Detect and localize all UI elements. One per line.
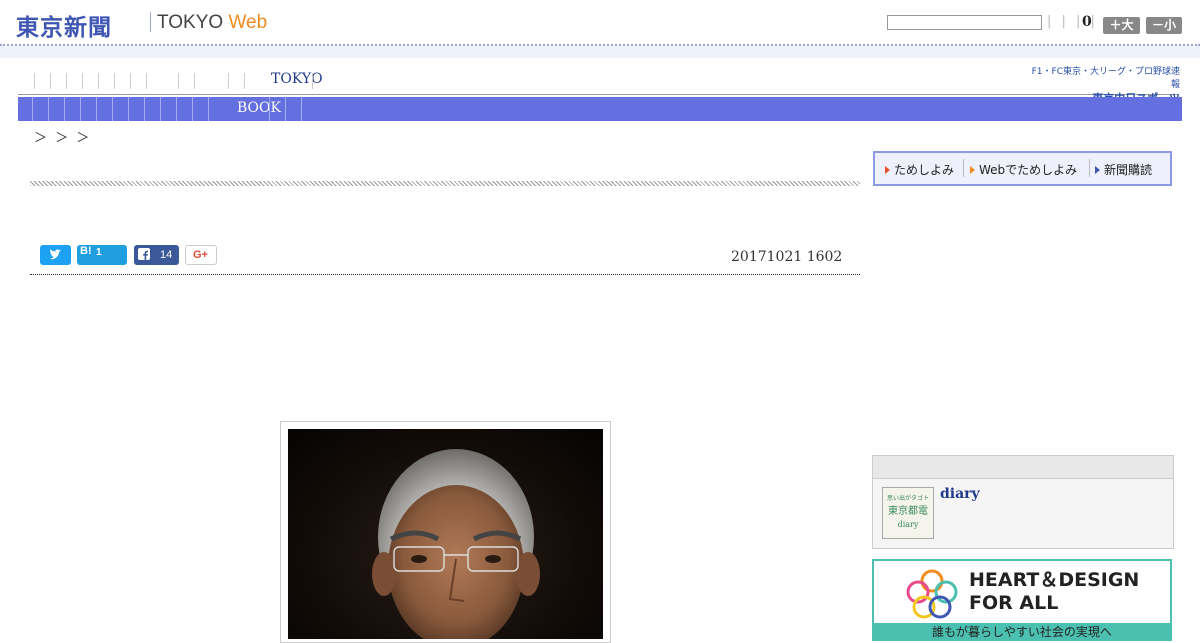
hatena-bookmark-button[interactable]: B! 1 <box>77 245 127 265</box>
subnav-item[interactable] <box>128 97 129 121</box>
banner-title: HEART＆DESIGN FOR ALL <box>969 569 1139 615</box>
subnav-item[interactable] <box>208 97 209 121</box>
nav-item[interactable] <box>82 73 83 89</box>
arrow-right-icon <box>885 166 890 174</box>
google-plus-button[interactable]: G+ <box>185 245 217 265</box>
facebook-icon <box>138 248 150 260</box>
header-sub-band <box>0 46 1200 58</box>
primary-nav: TOKYO <box>18 70 1178 95</box>
nav-item[interactable] <box>312 73 313 89</box>
hatena-count: 1 <box>96 247 102 258</box>
subscribe-label: 新聞購読 <box>1104 163 1153 177</box>
subnav-item[interactable] <box>269 97 270 121</box>
nav-item-tokyo[interactable]: TOKYO <box>271 71 323 87</box>
arrow-right-icon <box>970 166 975 174</box>
heart-design-banner[interactable]: HEART＆DESIGN FOR ALL 誰もが暮らしやすい社会の実現へ <box>872 559 1172 641</box>
site-header: 東京新聞 TOKYO Web | | | | 0 ＋大 －小 <box>0 0 1200 46</box>
trial-read-label: ためしよみ <box>894 163 955 177</box>
hatena-label: B! <box>80 245 92 257</box>
subnav-item-book[interactable]: BOOK <box>237 100 281 116</box>
sidebar-diary-box: 思い出がタゴト 東京都電 diary diary <box>872 455 1174 549</box>
search-input[interactable] <box>887 15 1042 30</box>
subscription-box: ためしよみ Webでためしよみ 新聞購読 <box>873 151 1172 186</box>
subscribe-link[interactable]: 新聞購読 <box>1095 161 1152 178</box>
subnav-item[interactable] <box>192 97 193 121</box>
nav-item[interactable] <box>146 73 147 89</box>
article-photo[interactable] <box>288 429 603 639</box>
article-photo-frame <box>280 421 611 643</box>
nav-item[interactable] <box>228 73 229 89</box>
banner-line2: FOR ALL <box>969 592 1059 614</box>
diary-thumb-line3: diary <box>897 520 919 529</box>
subnav-item[interactable] <box>160 97 161 121</box>
article-date: 20171021 1602 <box>731 249 843 265</box>
nav-item[interactable] <box>130 73 131 89</box>
subnav-item[interactable] <box>48 97 49 121</box>
web-trial-read-link[interactable]: Webでためしよみ <box>970 161 1077 178</box>
portrait-illustration <box>372 449 540 639</box>
diary-thumbnail[interactable]: 思い出がタゴト 東京都電 diary <box>882 487 934 539</box>
logo-divider <box>150 12 151 32</box>
subnav-item[interactable] <box>80 97 81 121</box>
subnav-item[interactable] <box>112 97 113 121</box>
secondary-nav: BOOK <box>18 97 1182 121</box>
subnav-item[interactable] <box>176 97 177 121</box>
web-trial-read-label: Webでためしよみ <box>979 163 1078 177</box>
logo-web-text: Web <box>228 12 268 33</box>
article-divider <box>30 274 860 275</box>
nav-item[interactable] <box>194 73 195 89</box>
chunichi-tagline: F1・FC東京・大リーグ・プロ野球速報 <box>1031 67 1180 90</box>
diary-thumb-line2: 東京都電 <box>888 506 928 517</box>
diary-title-link[interactable]: diary <box>940 486 980 502</box>
nav-item[interactable] <box>66 73 67 89</box>
font-size-large-button[interactable]: ＋大 <box>1103 17 1140 34</box>
twitter-bird-icon <box>50 249 61 260</box>
subnav-item[interactable] <box>285 97 286 121</box>
font-size-small-button[interactable]: －小 <box>1146 17 1182 34</box>
subnav-item[interactable] <box>301 97 302 121</box>
arrow-right-icon <box>1095 166 1100 174</box>
logo-tokyo-text: TOKYO <box>157 12 224 33</box>
divider <box>963 159 964 177</box>
facebook-count: 14 <box>160 249 173 261</box>
trial-read-link[interactable]: ためしよみ <box>885 161 954 178</box>
nav-item[interactable] <box>98 73 99 89</box>
nav-item[interactable] <box>244 73 245 89</box>
flower-logo-icon <box>906 569 958 619</box>
subnav-item[interactable] <box>144 97 145 121</box>
nav-item[interactable] <box>114 73 115 89</box>
google-plus-label: G+ <box>193 249 208 261</box>
twitter-share-button[interactable] <box>40 245 71 265</box>
banner-line1: HEART＆DESIGN <box>969 569 1140 591</box>
divider <box>1089 159 1090 177</box>
header-count: 0 <box>1082 14 1092 30</box>
nav-item[interactable] <box>34 73 35 89</box>
breadcrumb[interactable]: ＞ ＞ ＞ <box>34 127 89 146</box>
sidebar-box-header <box>873 456 1173 479</box>
diary-thumb-line1: 思い出がタゴト <box>886 495 929 502</box>
tokyo-web-logo[interactable]: TOKYO Web <box>157 12 267 34</box>
subnav-item[interactable] <box>32 97 33 121</box>
tokyo-shimbun-logo[interactable]: 東京新聞 <box>16 8 112 42</box>
nav-item[interactable] <box>178 73 179 89</box>
subnav-item[interactable] <box>96 97 97 121</box>
facebook-share-button[interactable]: 14 <box>134 245 179 265</box>
nav-item[interactable] <box>50 73 51 89</box>
banner-subtitle: 誰もが暮らしやすい社会の実現へ <box>874 623 1170 641</box>
subnav-item[interactable] <box>64 97 65 121</box>
hatched-divider <box>30 181 860 186</box>
